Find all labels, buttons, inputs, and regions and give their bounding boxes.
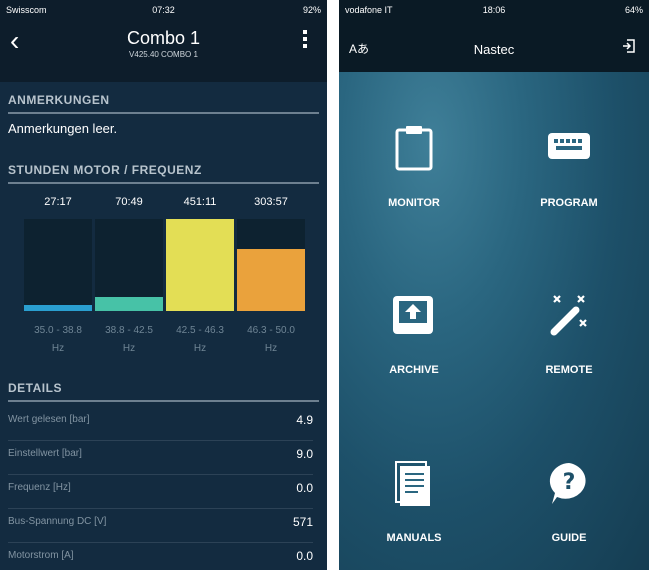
row-label: Motorstrom [A] — [8, 550, 74, 561]
guide-tile[interactable]: ? GUIDE — [509, 460, 629, 570]
row-value: 0.0 — [296, 481, 313, 495]
more-menu-icon[interactable] — [303, 30, 307, 51]
bar-value-label: 303:57 — [254, 196, 288, 208]
bar-value-label: 451:11 — [183, 196, 217, 208]
row-value: 571 — [292, 515, 313, 529]
chart-header: STUNDEN MOTOR / FREQUENZ — [8, 163, 319, 184]
manuals-tile[interactable]: MANUALS — [354, 460, 474, 570]
battery-label: 64% — [624, 5, 643, 15]
frequency-range-label: 46.3 - 50.0 Hz — [247, 325, 295, 354]
bar — [237, 249, 305, 311]
details-header: DETAILS — [8, 381, 319, 402]
bar-value-label: 27:17 — [44, 196, 72, 208]
archive-upload-icon — [391, 292, 437, 343]
battery-label: 92% — [302, 5, 321, 15]
bar — [95, 297, 163, 311]
notes-header: ANMERKUNGEN — [8, 93, 319, 114]
clock: 18:06 — [482, 5, 506, 15]
bar-track — [166, 219, 234, 311]
monitor-tile[interactable]: MONITOR — [354, 125, 474, 235]
clipboard-icon — [394, 125, 434, 176]
manuals-label: MANUALS — [386, 532, 442, 544]
details-row: Motorstrom [A] 0.0 — [8, 542, 313, 570]
frequency-range-label: 42.5 - 46.3 Hz — [176, 325, 224, 354]
bar-track — [237, 219, 305, 311]
magic-wand-icon — [546, 292, 592, 343]
archive-tile[interactable]: ARCHIVE — [354, 292, 474, 402]
archive-label: ARCHIVE — [389, 364, 439, 376]
page-title: Combo 1 — [126, 28, 201, 48]
status-bar: vodafone IT 18:06 64% — [339, 0, 649, 20]
program-label: PROGRAM — [540, 197, 598, 209]
bar — [166, 219, 234, 311]
row-label: Einstellwert [bar] — [8, 448, 82, 459]
app-header: Aあ Nastec — [339, 20, 649, 72]
details-row: Frequenz [Hz] 0.0 — [8, 474, 313, 509]
row-label: Bus-Spannung DC [V] — [8, 516, 107, 527]
home-screen: vodafone IT 18:06 64% Aあ Nastec MONITOR … — [339, 0, 649, 570]
nav-bar: ‹ Combo 1 V425.40 COMBO 1 — [0, 20, 327, 82]
remote-label: REMOTE — [545, 364, 593, 376]
bar-track — [95, 219, 163, 311]
keyboard-icon — [546, 125, 592, 176]
row-label: Wert gelesen [bar] — [8, 414, 90, 425]
svg-text:?: ? — [563, 470, 576, 495]
combo-detail-screen: Swisscom 07:32 92% ‹ Combo 1 V425.40 COM… — [0, 0, 327, 570]
row-value: 9.0 — [296, 447, 313, 461]
program-tile[interactable]: PROGRAM — [509, 125, 629, 235]
monitor-label: MONITOR — [388, 197, 440, 209]
bar — [24, 305, 92, 311]
notes-text: Anmerkungen leer. — [8, 121, 118, 136]
frequency-range-label: 38.8 - 42.5 Hz — [105, 325, 153, 354]
manual-book-icon — [392, 460, 436, 511]
app-title: Nastec — [473, 42, 515, 57]
help-question-icon: ? — [546, 460, 592, 511]
row-label: Frequenz [Hz] — [8, 482, 71, 493]
remote-tile[interactable]: REMOTE — [509, 292, 629, 402]
logout-icon[interactable] — [621, 38, 637, 59]
bar-track — [24, 219, 92, 311]
details-row: Bus-Spannung DC [V] 571 — [8, 508, 313, 543]
details-row: Wert gelesen [bar] 4.9 — [8, 406, 313, 441]
frequency-range-label: 35.0 - 38.8 Hz — [34, 325, 82, 354]
row-value: 0.0 — [296, 549, 313, 563]
page-subtitle: V425.40 COMBO 1 — [129, 50, 198, 59]
bar-value-label: 70:49 — [115, 196, 143, 208]
status-bar: Swisscom 07:32 92% — [0, 0, 327, 20]
clock: 07:32 — [152, 5, 175, 15]
guide-label: GUIDE — [551, 532, 587, 544]
details-row: Einstellwert [bar] 9.0 — [8, 440, 313, 475]
row-value: 4.9 — [296, 413, 313, 427]
